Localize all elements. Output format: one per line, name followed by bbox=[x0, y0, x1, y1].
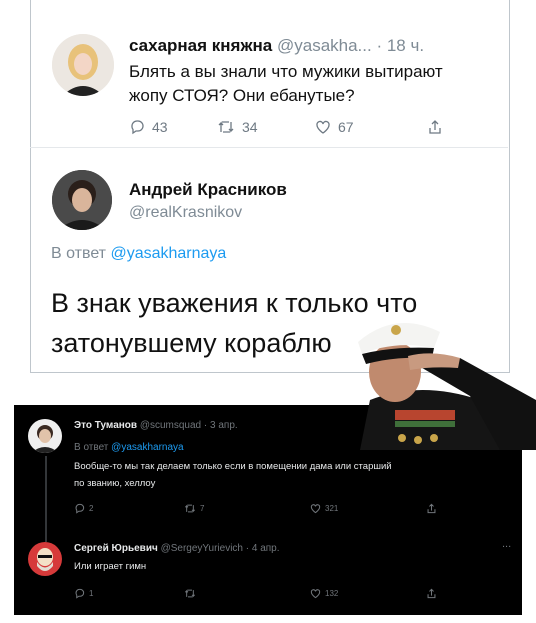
dark-tweet1-header: Это Туманов @scumsquad · 3 апр. bbox=[74, 420, 238, 431]
like-button[interactable]: 67 bbox=[315, 119, 354, 135]
retweet-icon bbox=[184, 504, 196, 513]
handle[interactable]: @realKrasnikov bbox=[129, 204, 242, 222]
display-name[interactable]: Андрей Красников bbox=[129, 180, 287, 200]
share-icon bbox=[427, 503, 436, 514]
retweet-icon bbox=[184, 589, 196, 598]
reply-icon bbox=[131, 120, 144, 135]
tweet-text-line: по званию, хеллоу bbox=[74, 478, 156, 489]
retweet-count: 7 bbox=[200, 504, 205, 513]
saluting-officer-image bbox=[358, 323, 536, 450]
handle-time: @yasakha... · 18 ч. bbox=[276, 36, 425, 55]
reply-button[interactable]: 43 bbox=[129, 119, 168, 135]
heart-icon bbox=[310, 589, 321, 599]
reply-context: В ответ @yasakharnaya bbox=[74, 442, 184, 453]
tweet-divider bbox=[30, 147, 508, 148]
reply-icon bbox=[75, 503, 85, 514]
share-button[interactable] bbox=[427, 119, 443, 135]
reply-count: 1 bbox=[89, 589, 94, 598]
tweet-actions: 43 34 67 bbox=[129, 119, 449, 143]
tweet-text-line: Вообще-то мы так делаем только если в по… bbox=[74, 461, 392, 472]
tweet-text-line: жопу СТОЯ? Они ебанутые? bbox=[129, 86, 355, 105]
like-count: 67 bbox=[338, 119, 354, 135]
share-icon bbox=[429, 120, 441, 134]
tweet-text: Блять а вы знали что мужики вытирают жоп… bbox=[129, 60, 509, 108]
reply-handle-link[interactable]: @yasakharnaya bbox=[110, 245, 226, 262]
tweet-actions: 1 132 bbox=[74, 588, 454, 602]
avatar-krasnikov[interactable] bbox=[52, 170, 112, 230]
like-count: 132 bbox=[325, 589, 339, 598]
display-name[interactable]: сахарная княжна bbox=[129, 36, 272, 55]
reply-prefix: В ответ bbox=[74, 442, 109, 453]
reply-handle-link[interactable]: @yasakharnaya bbox=[111, 442, 183, 453]
handle-time: @SergeyYurievich · 4 апр. bbox=[160, 543, 280, 554]
tweet1-header: сахарная княжна @yasakha... · 18 ч. bbox=[129, 36, 424, 56]
retweet-button[interactable]: 34 bbox=[217, 119, 258, 135]
display-name[interactable]: Это Туманов bbox=[74, 420, 137, 431]
dark-tweet2-header: Сергей Юрьевич @SergeyYurievich · 4 апр. bbox=[74, 543, 280, 554]
like-button[interactable]: 321 bbox=[310, 503, 338, 514]
reply-prefix: В ответ bbox=[51, 245, 107, 262]
retweet-button[interactable] bbox=[184, 588, 196, 599]
reply-context: В ответ @yasakharnaya bbox=[51, 245, 226, 263]
tweet-actions: 2 7 321 bbox=[74, 503, 454, 517]
heart-icon bbox=[316, 120, 330, 134]
reply-count: 43 bbox=[152, 119, 168, 135]
reply-button[interactable]: 2 bbox=[74, 503, 93, 514]
share-icon bbox=[427, 588, 436, 599]
more-options-icon[interactable]: ... bbox=[502, 538, 511, 550]
like-count: 321 bbox=[325, 504, 339, 513]
reply-icon bbox=[75, 588, 85, 599]
reply-count: 2 bbox=[89, 504, 94, 513]
heart-icon bbox=[310, 504, 321, 514]
thread-line bbox=[45, 456, 47, 542]
avatar-sergey[interactable] bbox=[28, 542, 62, 576]
like-button[interactable]: 132 bbox=[310, 588, 338, 599]
retweet-count: 34 bbox=[242, 119, 258, 135]
retweet-button[interactable]: 7 bbox=[184, 503, 204, 514]
retweet-icon bbox=[218, 121, 234, 133]
reply-button[interactable]: 1 bbox=[74, 588, 93, 599]
tweet-text: Или играет гимн bbox=[74, 561, 147, 572]
display-name[interactable]: Сергей Юрьевич bbox=[74, 543, 158, 554]
share-button[interactable] bbox=[426, 588, 437, 599]
avatar-tumanov[interactable] bbox=[28, 419, 62, 453]
handle-time: @scumsquad · 3 апр. bbox=[139, 420, 238, 431]
share-button[interactable] bbox=[426, 503, 437, 514]
tweet-text-line: Блять а вы знали что мужики вытирают bbox=[129, 62, 443, 81]
avatar-sakharnaya[interactable] bbox=[52, 34, 114, 96]
